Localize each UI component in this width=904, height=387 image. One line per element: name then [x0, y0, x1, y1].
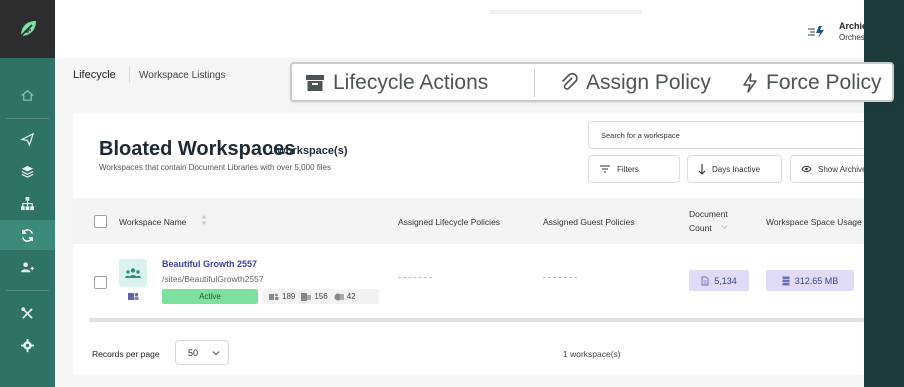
lifecycle-policies-empty	[398, 277, 432, 278]
card-title: Bloated Workspaces	[99, 138, 296, 160]
user-name[interactable]: Archie	[839, 21, 867, 31]
database-icon	[782, 276, 790, 285]
breadcrumb-section[interactable]: Lifecycle	[73, 69, 116, 81]
sidebar-item-settings[interactable]	[0, 330, 55, 360]
filter-icon	[600, 165, 610, 173]
main-content: Lifecycle Workspace Listings Bloated Wor…	[55, 58, 875, 387]
table-header: Workspace Name Assigned Lifecycle Polici…	[73, 198, 875, 244]
search-box[interactable]	[588, 121, 875, 149]
col-document-count[interactable]: Document	[689, 209, 728, 219]
onenote-icon	[334, 293, 344, 300]
workspace-icon	[119, 259, 147, 287]
card-subtitle: Workspaces that contain Document Librari…	[99, 163, 331, 172]
workspace-name-link[interactable]: Beautiful Growth 2557	[162, 259, 257, 269]
records-per-page-value: 50	[188, 347, 199, 358]
logo-area	[0, 0, 55, 58]
show-archived-label: Show Archived	[818, 164, 871, 174]
col-workspace-name[interactable]: Workspace Name	[119, 217, 186, 227]
users-icon	[20, 261, 35, 272]
sidebar-item-send[interactable]	[0, 124, 55, 154]
filters-button[interactable]: Filters	[588, 155, 680, 183]
stat-a-value: 189	[282, 292, 296, 301]
filters-label: Filters	[617, 164, 639, 174]
leaf-logo-icon	[19, 21, 36, 37]
workspace-url: /sites/BeautifulGrowth2557	[162, 274, 264, 284]
sidebar-item-hierarchy[interactable]	[0, 188, 55, 218]
row-checkbox[interactable]	[94, 276, 107, 289]
document-icon	[701, 276, 709, 285]
show-archived-button[interactable]: Show Archived	[790, 155, 875, 183]
teams-icon	[128, 292, 139, 300]
sidebar-item-tools[interactable]	[0, 298, 55, 328]
archive-icon	[306, 75, 324, 91]
tools-icon	[21, 306, 33, 319]
layers-icon	[21, 165, 34, 178]
sidebar	[0, 0, 55, 387]
table-row[interactable]: Beautiful Growth 2557 /sites/BeautifulGr…	[73, 244, 875, 314]
assign-policy-button[interactable]: Assign Policy	[560, 70, 711, 96]
select-all-checkbox[interactable]	[94, 215, 107, 228]
stat-members: 189	[269, 292, 295, 301]
refresh-icon	[22, 228, 33, 242]
action-toolbar: Lifecycle Actions Assign Policy Force Po…	[290, 62, 894, 102]
hierarchy-icon	[20, 196, 35, 210]
arrow-down-icon	[698, 164, 706, 175]
home-icon	[21, 89, 34, 101]
records-per-page-select[interactable]: 50	[175, 340, 229, 365]
sidebar-item-users[interactable]	[0, 252, 55, 282]
stat-sites: 156	[301, 292, 328, 301]
document-count-value: 5,134	[714, 275, 737, 286]
workspaces-card: Bloated Workspaces 1 workspace(s) Worksp…	[73, 113, 875, 375]
col-guest-policies[interactable]: Assigned Guest Policies	[543, 217, 635, 227]
lifecycle-actions-button[interactable]: Lifecycle Actions	[305, 70, 488, 96]
chevron-down-icon	[212, 350, 220, 355]
sidebar-divider	[6, 118, 49, 119]
assign-policy-label: Assign Policy	[586, 71, 711, 94]
teams-small-icon	[269, 293, 279, 300]
sort-icon[interactable]	[201, 214, 207, 226]
col-space-usage[interactable]: Workspace Space Usage	[766, 217, 862, 227]
top-bar: Archie Orchestry Partneropol	[55, 0, 904, 58]
stat-c-value: 42	[346, 292, 356, 301]
status-badge: Active	[162, 289, 258, 304]
frame-edge	[864, 0, 904, 387]
card-count: 1 workspace(s)	[268, 145, 348, 157]
sites-icon	[301, 292, 312, 301]
breadcrumb-page[interactable]: Workspace Listings	[139, 70, 226, 81]
days-inactive-button[interactable]: Days Inactive	[687, 155, 782, 183]
sidebar-divider	[6, 290, 49, 291]
days-inactive-label: Days Inactive	[712, 164, 761, 174]
switch-user-icon[interactable]	[807, 25, 825, 39]
space-usage-badge: 312.65 MB	[766, 270, 854, 291]
toolbar-divider	[534, 69, 535, 97]
tab-strip	[490, 10, 642, 14]
force-policy-label: Force Policy	[766, 71, 882, 94]
chevron-down-icon[interactable]	[721, 224, 728, 230]
sidebar-item-lifecycle[interactable]	[0, 220, 55, 250]
guest-policies-empty	[543, 277, 577, 278]
search-input[interactable]	[589, 122, 875, 148]
col-document-count-line2: Count	[689, 223, 712, 233]
sidebar-item-layers[interactable]	[0, 156, 55, 186]
gear-icon	[20, 338, 35, 352]
eye-icon	[801, 165, 812, 173]
document-count-badge: 5,134	[689, 270, 749, 291]
workspace-stats: 189 156 42	[263, 289, 379, 304]
stat-files: 42	[334, 292, 356, 301]
paperclip-icon	[561, 73, 578, 90]
records-per-page-label: Records per page	[92, 349, 160, 359]
col-lifecycle-policies[interactable]: Assigned Lifecycle Policies	[398, 217, 500, 227]
force-policy-button[interactable]: Force Policy	[742, 70, 882, 96]
stat-b-value: 156	[314, 292, 328, 301]
lifecycle-actions-label: Lifecycle Actions	[333, 71, 489, 94]
horizontal-scrollbar[interactable]	[89, 318, 875, 322]
send-icon	[20, 132, 35, 147]
breadcrumb-divider	[129, 67, 130, 83]
total-count: 1 workspace(s)	[563, 349, 621, 359]
group-icon	[125, 268, 141, 278]
sidebar-item-home[interactable]	[0, 80, 55, 110]
space-usage-value: 312.65 MB	[794, 275, 839, 286]
bolt-icon	[743, 73, 757, 93]
